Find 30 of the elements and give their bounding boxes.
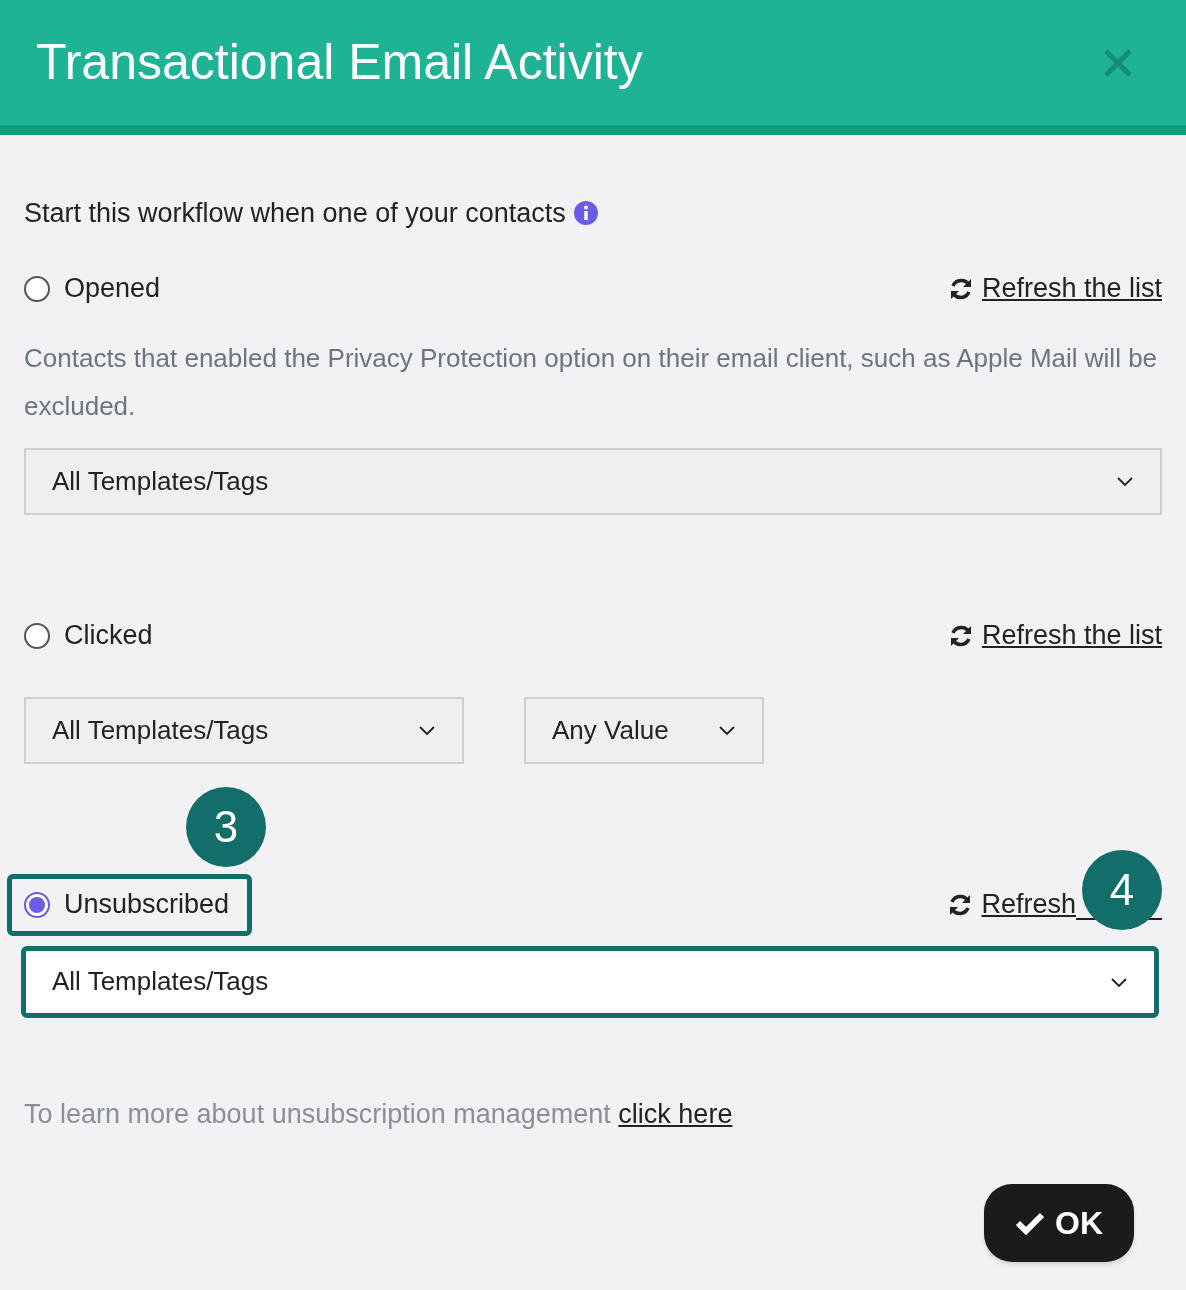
chevron-down-icon (1116, 475, 1134, 487)
refresh-list-link[interactable]: Refresh the list (981, 615, 1162, 656)
footer-text: To learn more about unsubscription management click here (24, 1097, 734, 1131)
radio-option[interactable]: Clicked (24, 604, 153, 667)
radio-button[interactable] (24, 891, 50, 918)
refresh-list-link[interactable]: Refresh the list (981, 268, 1162, 309)
template-select[interactable]: All Templates/Tags (24, 447, 1162, 515)
template-select[interactable]: All Templates/Tags (21, 945, 1159, 1018)
checkmark-icon (1015, 1211, 1045, 1235)
click-here-link[interactable]: click here (618, 1098, 733, 1129)
ok-button[interactable]: OK (984, 1184, 1134, 1262)
radio-button[interactable] (24, 622, 50, 649)
step-number-badge: 4 (1082, 850, 1162, 931)
template-select[interactable]: All Templates/Tags (24, 696, 464, 764)
option-label: Opened (64, 272, 161, 306)
info-icon[interactable] (573, 201, 598, 226)
template-select[interactable]: Any Value (524, 696, 764, 764)
option-label: Unsubscribed (64, 888, 230, 922)
radio-option[interactable]: Opened (24, 257, 161, 320)
step-number-badge: 3 (186, 786, 266, 867)
option-label: Clicked (64, 619, 153, 653)
refresh-list-link[interactable]: Refresh (981, 884, 1076, 925)
chevron-down-icon (1110, 975, 1128, 988)
radio-option[interactable]: Unsubscribed (7, 873, 253, 936)
chevron-down-icon (418, 724, 436, 736)
privacy-note: Contacts that enabled the Privacy Protection option on their email client, such as Apple Mail will be excluded. (24, 341, 1159, 423)
radio-button[interactable] (24, 275, 50, 302)
chevron-down-icon (718, 724, 736, 736)
dialog-title: Transactional Email Activity (36, 33, 643, 92)
intro-text: Start this workflow when one of your contacts (24, 197, 566, 230)
